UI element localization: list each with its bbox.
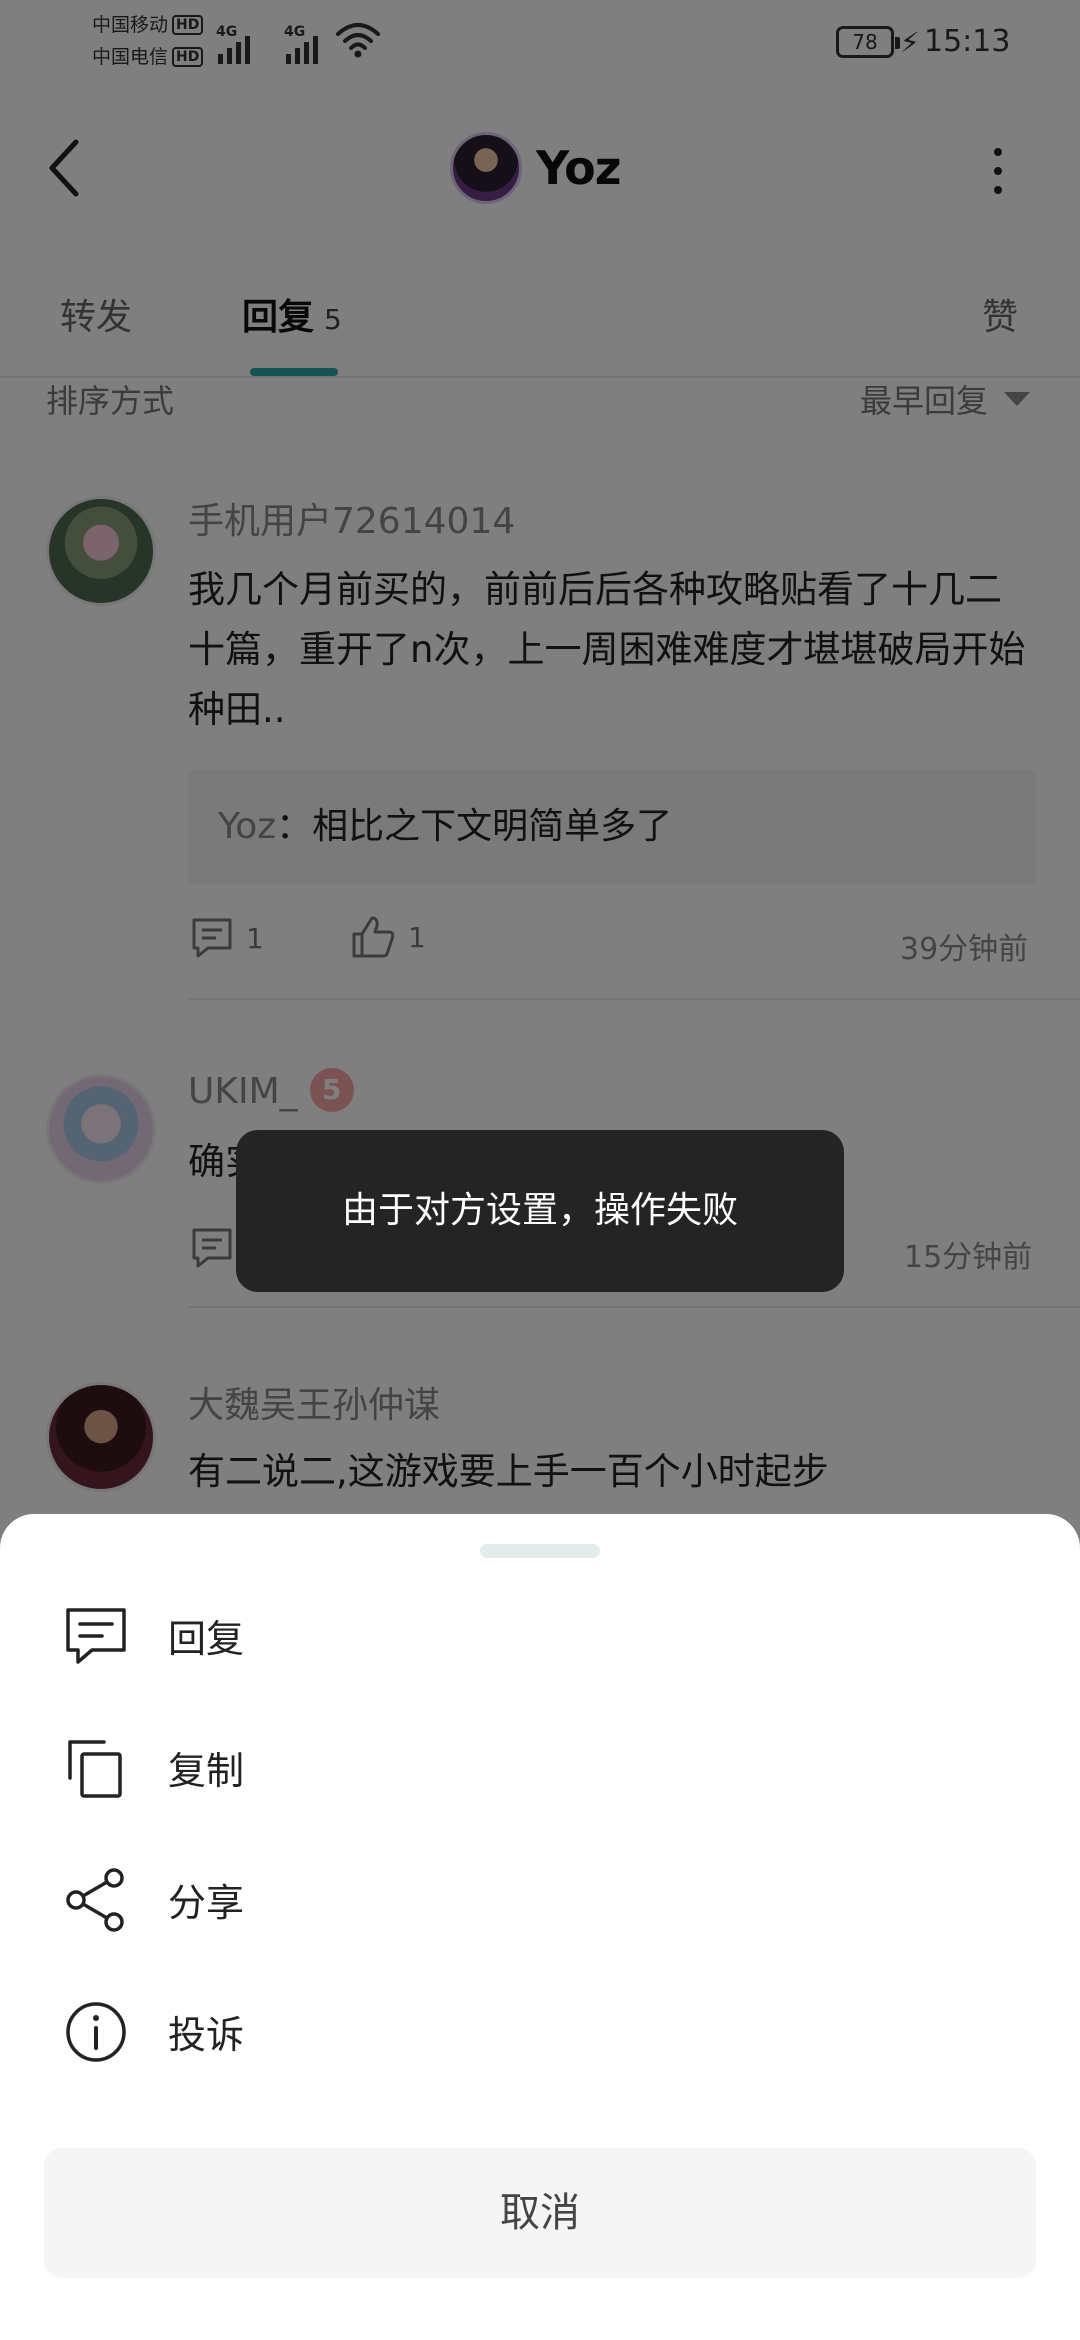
menu-item-share[interactable]: 分享 xyxy=(0,1834,1080,1966)
menu-item-report[interactable]: 投诉 xyxy=(0,1966,1080,2098)
toast-message: 由于对方设置，操作失败 xyxy=(236,1130,844,1292)
info-icon xyxy=(66,2002,126,2062)
menu-item-label: 复制 xyxy=(168,1749,245,1793)
menu-item-reply[interactable]: 回复 xyxy=(0,1570,1080,1702)
cancel-button[interactable]: 取消 xyxy=(44,2148,1036,2278)
comment-icon xyxy=(66,1608,126,1664)
sheet-grabber[interactable] xyxy=(480,1544,600,1558)
menu-item-copy[interactable]: 复制 xyxy=(0,1702,1080,1834)
copy-icon xyxy=(68,1740,122,1798)
menu-item-label: 投诉 xyxy=(168,2013,245,2057)
action-sheet: 回复 复制 分享 投诉 取消 xyxy=(0,1514,1080,2340)
menu-item-label: 回复 xyxy=(168,1617,245,1661)
menu-item-label: 分享 xyxy=(168,1881,245,1925)
share-icon xyxy=(66,1868,124,1932)
